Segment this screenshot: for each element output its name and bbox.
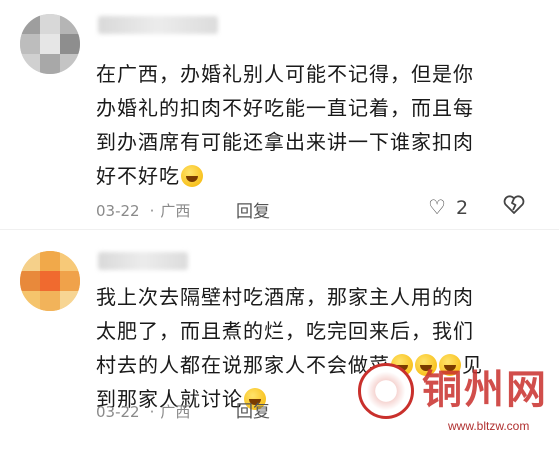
username-blurred[interactable] [98,16,218,34]
avatar[interactable] [20,14,80,74]
grinning-sweat-emoji-icon [439,354,461,376]
reply-button[interactable]: 回复 [236,397,270,422]
comment-location: 广西 [160,202,191,220]
comment-text: 我上次去隔壁村吃酒席，那家主人用的肉 太肥了，而且煮的烂，吃完回来后，我们 村去… [96,285,483,411]
grinning-sweat-emoji-icon [415,354,437,376]
comment-meta: 03-22 · 广西 [96,403,191,421]
divider [0,229,559,230]
like-count: 2 [456,197,469,219]
comment-item: 在广西，办婚礼别人可能不记得，但是你 办婚礼的扣肉不好吃能一直记着，而且每 到办… [0,0,559,225]
username-blurred[interactable] [98,252,188,270]
reply-button[interactable]: 回复 [236,197,270,222]
broken-heart-icon[interactable] [503,195,525,220]
comment-date: 03-22 [96,403,140,421]
comment-date: 03-22 [96,202,140,220]
comment-location: 广西 [160,403,191,421]
heart-outline-icon[interactable]: ♡ [428,195,446,219]
comment-meta: 03-22 · 广西 [96,202,191,220]
grinning-sweat-emoji-icon [391,354,413,376]
comment-text: 在广西，办婚礼别人可能不记得，但是你 办婚礼的扣肉不好吃能一直记着，而且每 到办… [96,62,474,188]
grinning-sweat-emoji-icon [181,165,203,187]
avatar[interactable] [20,251,80,311]
comment-item: 我上次去隔壁村吃酒席，那家主人用的肉 太肥了，而且煮的烂，吃完回来后，我们 村去… [0,232,559,454]
